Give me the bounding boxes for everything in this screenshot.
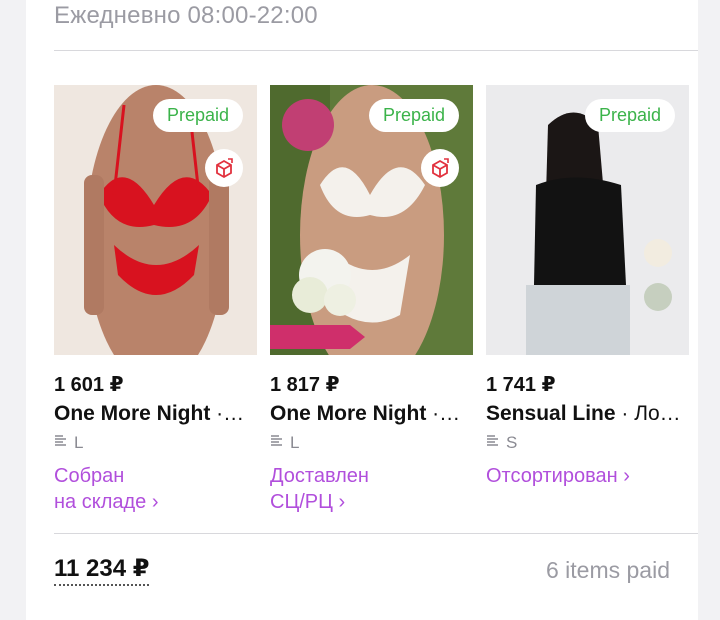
product-size: L	[74, 433, 84, 452]
size-list-icon	[486, 433, 500, 453]
size-list-icon	[54, 433, 68, 453]
product-card[interactable]: Prepaid 1 741 ₽ Sensual Line · Ло… S Отс…	[486, 85, 689, 489]
product-price: 1 601 ₽	[54, 374, 124, 396]
product-size: S	[506, 433, 518, 452]
product-price: 1 817 ₽	[270, 374, 340, 396]
size-list-icon	[270, 433, 284, 453]
prepaid-badge: Prepaid	[152, 99, 243, 132]
status-line: Собран	[54, 465, 125, 487]
return-box-icon[interactable]	[421, 149, 459, 187]
product-name-suffix: ·…	[426, 402, 461, 425]
product-price: 1 741 ₽	[486, 374, 556, 396]
product-photo[interactable]: Prepaid	[486, 85, 689, 355]
return-box-icon[interactable]	[205, 149, 243, 187]
order-status-link[interactable]: Отсортирован ›	[486, 463, 689, 489]
product-photo[interactable]: Prepaid	[54, 85, 257, 355]
product-title[interactable]: One More Night ·…	[54, 402, 257, 426]
order-total[interactable]: 11 234 ₽	[54, 554, 150, 586]
divider	[54, 533, 698, 534]
prepaid-badge: Prepaid	[368, 99, 459, 132]
size-row: L	[54, 433, 257, 453]
product-card[interactable]: Prepaid 1 601 ₽ One More Night ·… L Собр…	[54, 85, 257, 515]
status-line: Доставлен	[270, 465, 369, 487]
product-name-suffix: ·…	[210, 402, 245, 425]
product-brand: One More Night	[270, 402, 427, 425]
prepaid-badge: Prepaid	[584, 99, 675, 132]
status-line: на складе ›	[54, 491, 159, 513]
status-line: Отсортирован ›	[486, 465, 630, 487]
product-card[interactable]: Prepaid 1 817 ₽ One More Night ·… L Дост…	[270, 85, 473, 515]
product-size: L	[290, 433, 300, 452]
order-status-link[interactable]: Доставлен СЦ/РЦ ›	[270, 463, 473, 515]
product-photo[interactable]: Prepaid	[270, 85, 473, 355]
product-title[interactable]: Sensual Line · Ло…	[486, 402, 689, 426]
items-paid-count: 6 items paid	[545, 557, 670, 583]
divider	[54, 50, 698, 51]
size-row: L	[270, 433, 473, 453]
product-brand: Sensual Line	[486, 402, 616, 425]
product-name-suffix: · Ло…	[615, 402, 681, 425]
status-line: СЦ/РЦ ›	[270, 491, 346, 513]
product-title[interactable]: One More Night ·…	[270, 402, 473, 426]
working-hours: Ежедневно 08:00-22:00	[54, 2, 318, 29]
order-status-link[interactable]: Собран на складе ›	[54, 463, 257, 515]
product-brand: One More Night	[54, 402, 211, 425]
size-row: S	[486, 433, 689, 453]
